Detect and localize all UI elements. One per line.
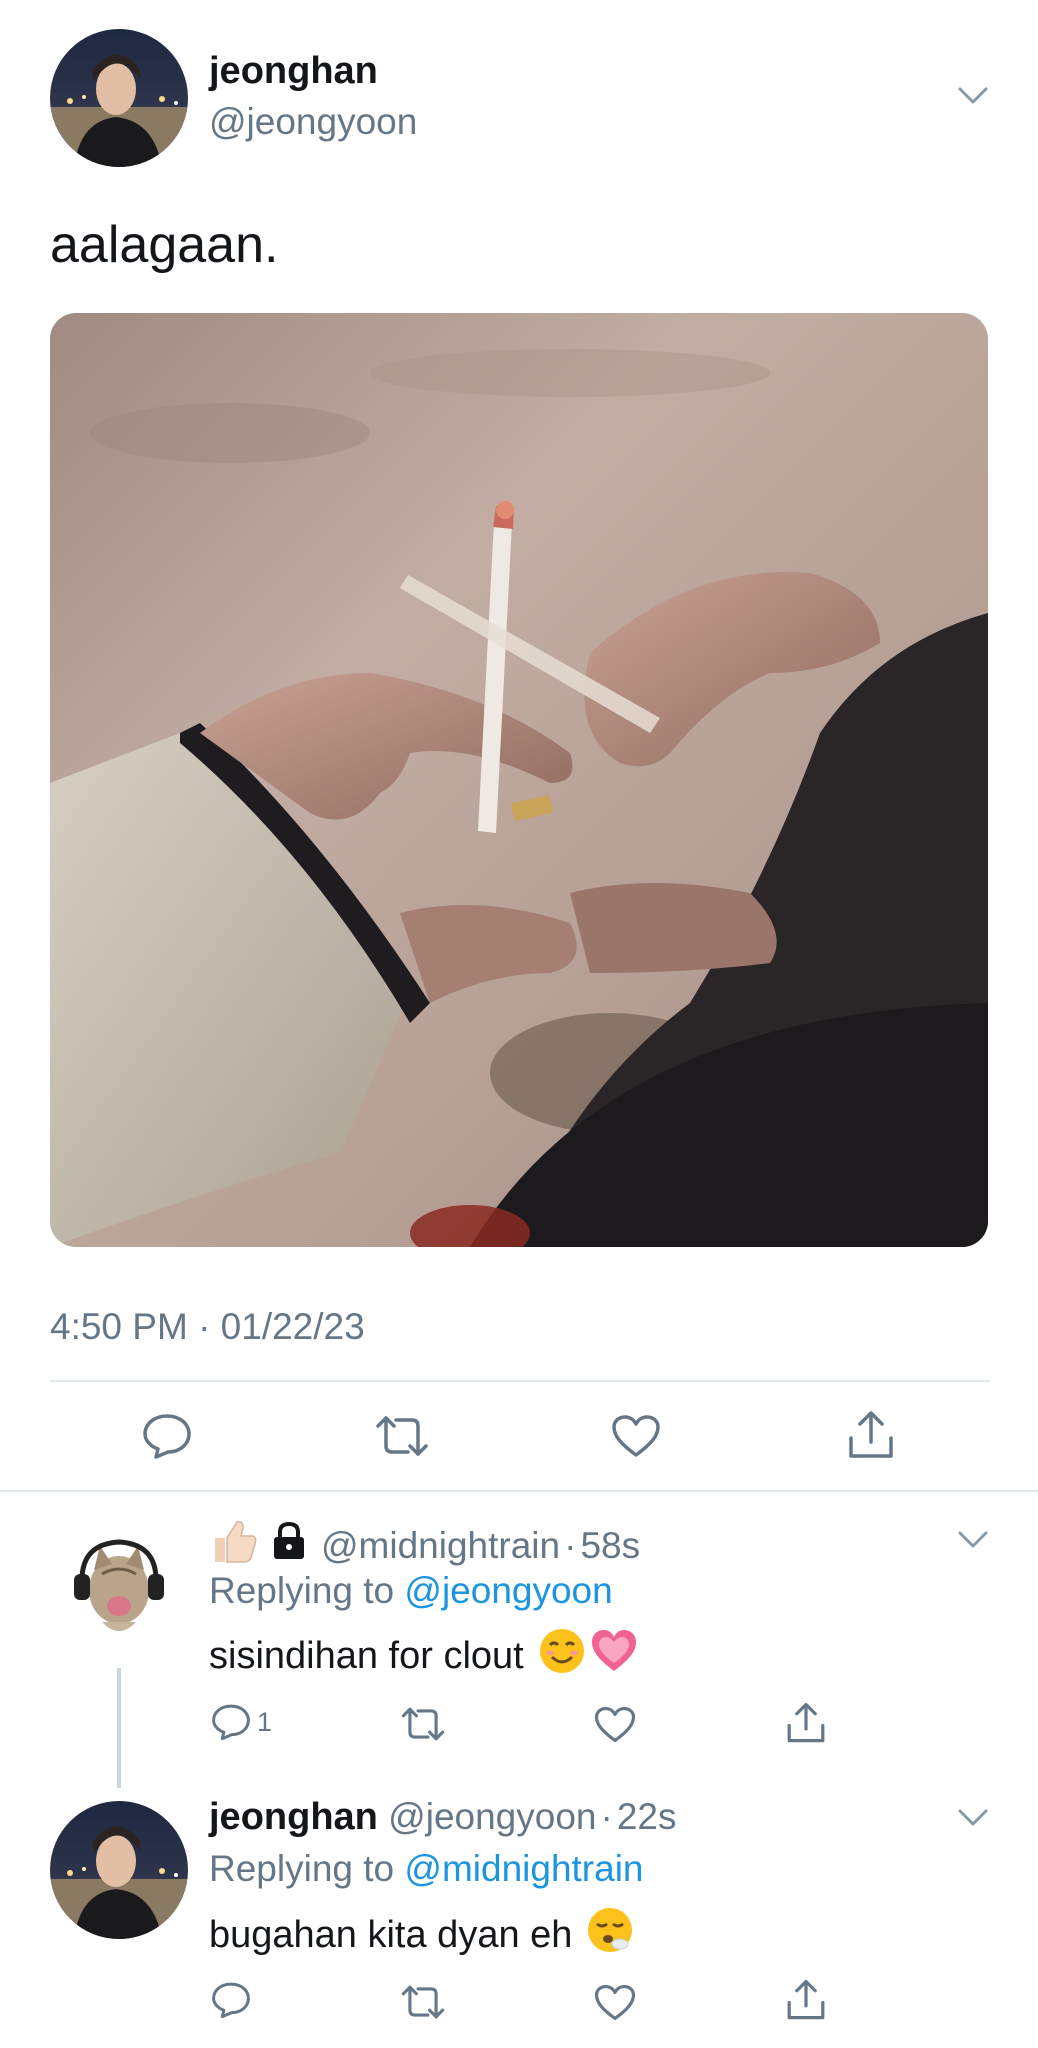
- reply-1-text-row: sisindihan for clout: [209, 1627, 638, 1685]
- reply-2-like-button[interactable]: [594, 1984, 636, 2021]
- reply-1-header: @midnightrain · 58s: [209, 1516, 640, 1575]
- reply-avatar-cat[interactable]: [72, 1530, 166, 1640]
- share-button[interactable]: [846, 1410, 896, 1460]
- retweet-icon: [401, 1707, 445, 1741]
- reply-2-chevron-down-icon[interactable]: [957, 1808, 989, 1828]
- reply-2-replying-to: Replying to @midnightrain: [209, 1848, 644, 1890]
- reply-1-time[interactable]: 58s: [580, 1525, 640, 1567]
- retweet-icon: [376, 1416, 428, 1456]
- reply-1-separator: ·: [564, 1524, 577, 1566]
- reply-2-separator: ·: [600, 1796, 613, 1837]
- face-exhaling-emoji: [586, 1906, 634, 1964]
- like-button[interactable]: [611, 1414, 661, 1458]
- reply-1-like-button[interactable]: [594, 1706, 636, 1743]
- reply-2-share-button[interactable]: [785, 1979, 827, 2021]
- reply-1-share-button[interactable]: [785, 1702, 827, 1744]
- like-icon: [612, 1415, 660, 1457]
- author-name[interactable]: jeonghan: [209, 50, 378, 93]
- chevron-down-icon[interactable]: [957, 86, 989, 106]
- reply-button[interactable]: [142, 1412, 192, 1460]
- reply-icon: [212, 1982, 250, 2019]
- share-icon: [849, 1411, 893, 1458]
- replying-to-link[interactable]: @midnightrain: [404, 1848, 643, 1889]
- like-icon: [594, 1984, 636, 2021]
- reply-2-retweet-button[interactable]: [400, 1984, 446, 2020]
- replying-to-link[interactable]: @jeongyoon: [404, 1570, 612, 1611]
- author-handle[interactable]: @jeongyoon: [209, 101, 417, 143]
- reply-2-header: jeonghan @jeongyoon · 22s: [209, 1796, 676, 1839]
- timestamp-divider: [50, 1380, 990, 1382]
- tweet-photo[interactable]: [50, 313, 988, 1247]
- reply-icon: [212, 1704, 250, 1741]
- like-icon: [594, 1706, 636, 1743]
- thread-divider: [0, 1490, 1038, 1492]
- reply-1-replying-to: Replying to @jeongyoon: [209, 1570, 613, 1612]
- reply-2-author-name[interactable]: jeonghan: [209, 1796, 378, 1838]
- thumbs-up-emoji: [209, 1516, 259, 1575]
- reply-1-handle[interactable]: @midnightrain: [321, 1525, 560, 1567]
- retweet-icon: [401, 1985, 445, 2019]
- tweet-timestamp[interactable]: 4:50 PM · 01/22/23: [50, 1306, 365, 1348]
- reply-2-text: bugahan kita dyan eh: [209, 1913, 573, 1956]
- reply-1-reply-count: 1: [257, 1706, 273, 1737]
- reply-2-text-row: bugahan kita dyan eh: [209, 1906, 634, 1964]
- share-icon: [787, 1702, 825, 1743]
- reply-2-avatar[interactable]: [50, 1801, 188, 1939]
- author-avatar[interactable]: [50, 29, 188, 167]
- retweet-button[interactable]: [374, 1414, 430, 1458]
- growing-heart-emoji: [590, 1627, 638, 1685]
- lock-icon: [271, 1521, 307, 1570]
- share-icon: [787, 1979, 825, 2020]
- reply-2-reply-button[interactable]: [211, 1981, 251, 2019]
- replying-to-label: Replying to: [209, 1848, 395, 1889]
- reply-2-handle[interactable]: @jeongyoon: [388, 1796, 596, 1837]
- reply-1-text: sisindihan for clout: [209, 1634, 524, 1677]
- smiling-face-emoji: [538, 1627, 586, 1685]
- reply-icon: [143, 1414, 191, 1459]
- tweet-text: aalagaan.: [50, 216, 279, 274]
- reply-2-time[interactable]: 22s: [617, 1796, 677, 1837]
- reply-1-retweet-button[interactable]: [400, 1706, 446, 1742]
- replying-to-label: Replying to: [209, 1570, 395, 1611]
- reply-1-chevron-down-icon[interactable]: [957, 1530, 989, 1550]
- thread-connector-line: [117, 1668, 121, 1788]
- reply-1-reply-button[interactable]: 1: [211, 1703, 272, 1741]
